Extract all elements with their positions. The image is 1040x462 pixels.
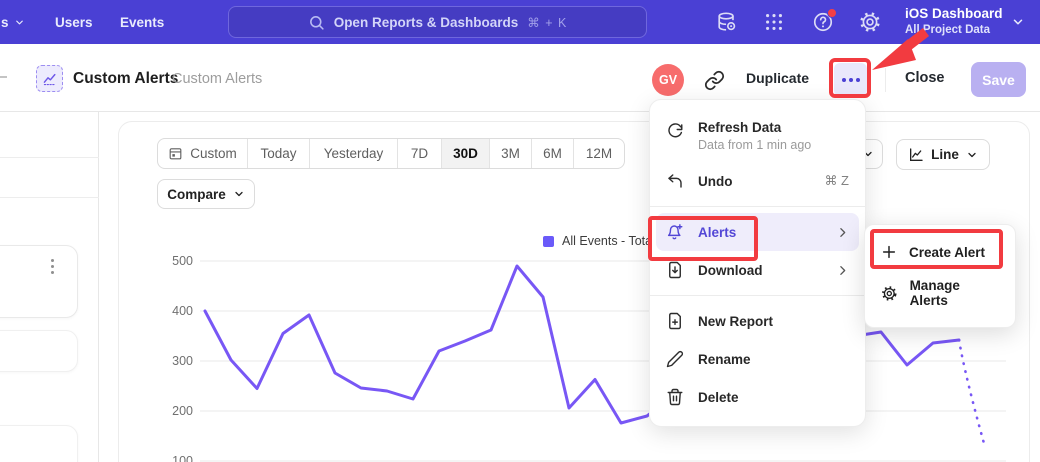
panel-divider [0,197,99,198]
gear-icon [881,285,898,302]
project-scope: All Project Data [905,23,1003,38]
menu-item-new-report[interactable]: New Report [650,302,865,340]
report-type-icon [36,65,63,92]
notification-dot [827,8,837,18]
menu-divider [650,206,865,207]
search-shortcut: ⌘ + K [527,15,567,30]
refresh-freshness-text: Data from 1 min ago [698,138,849,152]
chevron-down-icon [233,188,245,200]
date-range-12m[interactable]: 12M [574,139,624,168]
dashboard-name: iOS Dashboard [905,5,1003,23]
pencil-icon [666,350,684,368]
avatar[interactable]: GV [652,64,684,96]
collapsed-sidebar-hint [0,76,7,78]
chart-type-selector[interactable]: Line [896,139,990,170]
search-icon [308,14,325,31]
chart-legend: All Events - Total [543,234,655,248]
date-range-custom[interactable]: Custom [158,139,248,168]
duplicate-button[interactable]: Duplicate [746,70,809,86]
menu-item-download[interactable]: Download [650,251,865,289]
menu-divider [650,295,865,296]
report-header: Custom Alerts Custom Alerts GV Duplicate… [0,44,1040,112]
more-options-button[interactable] [834,63,867,96]
data-management-icon[interactable] [716,11,738,33]
nav-item-truncated[interactable]: s [1,0,25,44]
menu-item-delete[interactable]: Delete [650,378,865,416]
close-button[interactable]: Close [905,70,945,86]
search-placeholder: Open Reports & Dashboards [334,15,519,30]
menu-item-undo[interactable]: Undo ⌘ Z [650,162,865,200]
new-report-icon [666,312,684,330]
settings-gear-icon[interactable] [859,11,881,33]
undo-shortcut: ⌘ Z [824,173,849,189]
date-range-30d-selected[interactable]: 30D [442,139,490,168]
compare-button[interactable]: Compare [157,179,255,209]
submenu-item-create-alert[interactable]: Create Alert [865,235,1015,269]
date-range-yesterday[interactable]: Yesterday [310,139,398,168]
breadcrumb: Custom Alerts [172,71,262,87]
nav-item-users[interactable]: Users [55,0,93,44]
menu-item-alerts[interactable]: Alerts [656,213,859,251]
query-card[interactable] [0,425,78,462]
report-options-menu: Refresh Data Data from 1 min ago Undo ⌘ … [649,99,866,427]
date-range-3m[interactable]: 3M [490,139,532,168]
submenu-item-manage-alerts[interactable]: Manage Alerts [865,269,1015,317]
header-divider [885,68,886,92]
help-icon[interactable] [812,11,834,33]
panel-divider [0,157,99,158]
nav-item-events[interactable]: Events [120,0,164,44]
date-range-6m[interactable]: 6M [532,139,574,168]
chevron-down-icon [966,149,978,161]
chevron-down-icon [14,17,25,28]
undo-icon [666,172,684,190]
trash-icon [666,388,684,406]
page-title: Custom Alerts [73,70,178,88]
query-card[interactable] [0,330,78,372]
menu-item-refresh-data[interactable]: Refresh Data Data from 1 min ago [650,110,865,162]
alerts-submenu: Create Alert Manage Alerts [864,224,1016,328]
legend-swatch [543,236,554,247]
apps-grid-icon[interactable] [763,11,785,33]
kebab-menu-icon[interactable] [51,259,54,274]
line-chart-icon [908,147,924,163]
chevron-down-icon[interactable] [1011,15,1025,29]
menu-item-rename[interactable]: Rename [650,340,865,378]
top-navbar: s Users Events Open Reports & Dashboards… [0,0,1040,44]
copy-link-icon[interactable] [704,70,725,91]
date-range-7d[interactable]: 7D [398,139,442,168]
alert-bell-icon [666,223,684,241]
chevron-right-icon [836,226,849,239]
calendar-icon [168,146,183,161]
download-icon [666,261,684,279]
save-button[interactable]: Save [971,62,1026,97]
chevron-right-icon [836,264,849,277]
plus-icon [881,244,897,260]
date-range-today[interactable]: Today [248,139,310,168]
legend-label: All Events - Total [562,234,655,248]
query-card[interactable] [0,245,78,318]
project-switcher[interactable]: iOS Dashboard All Project Data [905,5,1003,38]
date-range-selector: Custom Today Yesterday 7D 30D 3M 6M 12M [157,138,625,169]
refresh-icon [666,122,684,140]
query-panel-strip [0,112,99,462]
global-search-input[interactable]: Open Reports & Dashboards ⌘ + K [228,6,647,38]
